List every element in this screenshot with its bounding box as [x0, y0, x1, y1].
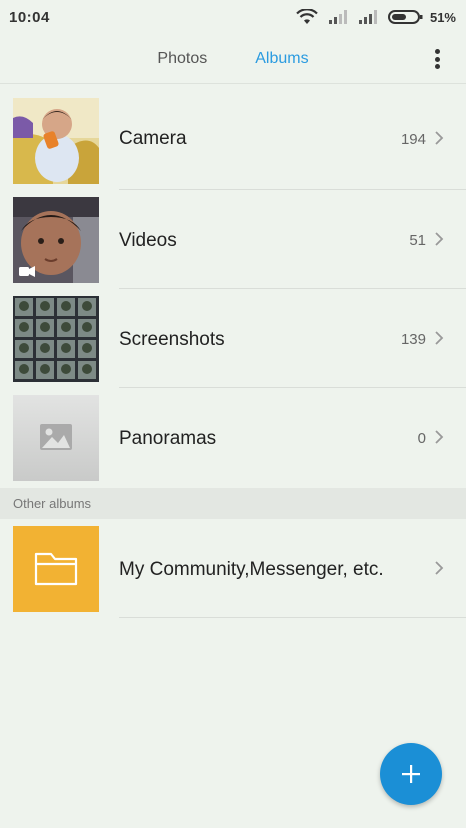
album-count: 51: [409, 232, 426, 249]
album-item-camera[interactable]: Camera 194: [0, 91, 466, 190]
chevron-right-icon: [435, 331, 444, 345]
screenshots-thumbnail: [13, 296, 99, 382]
folder-icon: [13, 526, 99, 612]
album-name: Screenshots: [119, 329, 225, 350]
album-item-my-community[interactable]: My Community,Messenger, etc.: [0, 519, 466, 618]
album-name: Camera: [119, 128, 187, 149]
chevron-right-icon: [435, 561, 444, 575]
add-album-button[interactable]: [380, 743, 442, 805]
status-bar: 10:04 51%: [0, 0, 466, 34]
album-count: 0: [417, 430, 426, 447]
album-name: Videos: [119, 230, 177, 251]
video-thumbnail: [13, 197, 99, 283]
tab-albums[interactable]: Albums: [231, 44, 332, 74]
wifi-icon: [296, 9, 318, 24]
section-header-other-albums: Other albums: [0, 488, 466, 519]
album-item-panoramas[interactable]: Panoramas 0: [0, 388, 466, 487]
battery-icon: [387, 10, 423, 24]
battery-percent: 51%: [429, 9, 456, 25]
album-count: 194: [400, 131, 426, 148]
album-item-videos[interactable]: Videos 51: [0, 190, 466, 289]
album-name: Panoramas: [119, 428, 217, 449]
signal-icon: [328, 10, 347, 24]
chevron-right-icon: [435, 232, 444, 246]
album-name: My Community,Messenger, etc.: [119, 559, 384, 580]
plus-icon: [402, 765, 420, 783]
row-divider: [119, 617, 466, 618]
tab-photos[interactable]: Photos: [133, 44, 231, 74]
photo-thumbnail: [13, 98, 99, 184]
signal-icon: [358, 10, 377, 24]
album-count: 139: [400, 331, 426, 348]
image-placeholder-icon: [13, 395, 99, 481]
tab-bar: Photos Albums: [0, 34, 466, 84]
chevron-right-icon: [435, 430, 444, 444]
chevron-right-icon: [435, 131, 444, 145]
status-time: 10:04: [9, 8, 50, 26]
status-icons: 51%: [296, 9, 456, 25]
more-options-icon[interactable]: [430, 47, 444, 71]
album-item-screenshots[interactable]: Screenshots 139: [0, 289, 466, 388]
